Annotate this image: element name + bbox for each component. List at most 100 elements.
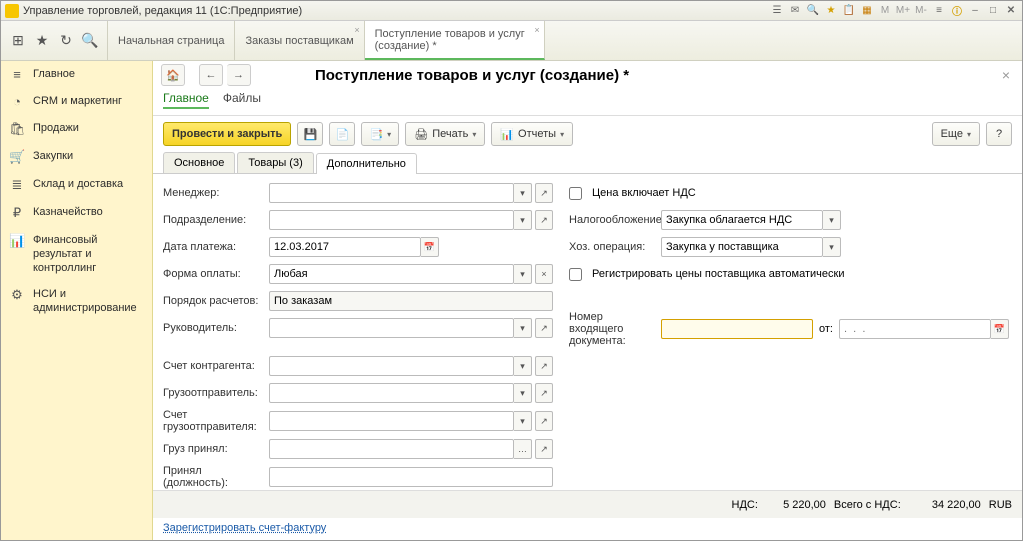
sidebar-item-label: Склад и доставка xyxy=(33,177,144,191)
manager-field[interactable] xyxy=(269,183,514,203)
dropdown-button[interactable]: ▾ xyxy=(514,264,532,284)
tab-close-icon[interactable]: × xyxy=(354,25,359,35)
save-button[interactable]: 💾 xyxy=(297,122,323,146)
tab-close-icon[interactable]: × xyxy=(534,25,539,35)
account-label: Счет контрагента: xyxy=(163,360,263,372)
close-icon[interactable]: ✕ xyxy=(1004,4,1018,18)
tool-icon[interactable]: 🔍 xyxy=(806,4,820,18)
calendar-button[interactable]: 📅 xyxy=(991,319,1009,339)
vat-value: 5 220,00 xyxy=(766,499,826,511)
payform-field[interactable] xyxy=(269,264,514,284)
apps-icon[interactable]: ⊞ xyxy=(9,32,27,50)
open-button[interactable]: ↗ xyxy=(535,318,553,338)
sidebar-item-label: Закупки xyxy=(33,149,144,163)
received-by-label: Груз принял: xyxy=(163,443,263,455)
history-icon[interactable]: ↻ xyxy=(57,32,75,50)
docnum-field[interactable] xyxy=(661,319,813,339)
dropdown-button[interactable]: ▾ xyxy=(514,183,532,203)
more-button[interactable]: Еще▾ xyxy=(932,122,980,146)
sidebar-item-label: Казначейство xyxy=(33,205,144,219)
dropdown-button[interactable]: ▾ xyxy=(514,318,532,338)
tool-icon[interactable]: ☰ xyxy=(770,4,784,18)
dropdown-button[interactable]: ▾ xyxy=(823,237,841,257)
tool-icon[interactable]: ▦ xyxy=(860,4,874,18)
register-invoice-link[interactable]: Зарегистрировать счет-фактуру xyxy=(163,522,326,534)
post-button[interactable]: 📄 xyxy=(329,122,355,146)
docdate-field[interactable] xyxy=(839,319,991,339)
subtab-files[interactable]: Файлы xyxy=(223,89,261,109)
top-toolbar: ⊞ ★ ↻ 🔍 Начальная страница Заказы постав… xyxy=(1,21,1022,61)
calendar-button[interactable]: 📅 xyxy=(421,237,439,257)
paydate-field[interactable] xyxy=(269,237,421,257)
gear-icon: ⚙ xyxy=(9,287,25,303)
sidebar-item-crm[interactable]: ◔CRM и маркетинг xyxy=(1,88,152,115)
head-field[interactable] xyxy=(269,318,514,338)
sidebar-item-treasury[interactable]: ₽Казначейство xyxy=(1,199,152,227)
open-button[interactable]: ↗ xyxy=(535,411,553,431)
back-button[interactable]: ← xyxy=(199,64,223,86)
maximize-icon[interactable]: □ xyxy=(986,4,1000,18)
dropdown-button[interactable]: ▾ xyxy=(514,356,532,376)
sidebar-item-sales[interactable]: 🛍Продажи xyxy=(1,115,152,143)
star-icon[interactable]: ★ xyxy=(33,32,51,50)
tool-icon[interactable]: ✉ xyxy=(788,4,802,18)
open-button[interactable]: ↗ xyxy=(535,183,553,203)
department-field[interactable] xyxy=(269,210,514,230)
tab-start-page[interactable]: Начальная страница xyxy=(108,21,235,60)
dropdown-button[interactable]: ▾ xyxy=(823,210,841,230)
operation-label: Хоз. операция: xyxy=(569,241,655,253)
tool-icon[interactable]: M- xyxy=(914,4,928,18)
search-icon[interactable]: 🔍 xyxy=(81,32,99,50)
shipper-field[interactable] xyxy=(269,383,514,403)
shipper-account-field[interactable] xyxy=(269,411,514,431)
open-button[interactable]: ↗ xyxy=(535,383,553,403)
create-based-on-button[interactable]: 📑▾ xyxy=(361,122,399,146)
register-prices-checkbox[interactable] xyxy=(569,268,582,281)
open-button[interactable]: ↗ xyxy=(535,210,553,230)
clear-button[interactable]: × xyxy=(535,264,553,284)
tax-field[interactable] xyxy=(661,210,823,230)
minimize-icon[interactable]: – xyxy=(968,4,982,18)
tab-orders[interactable]: Заказы поставщикам × xyxy=(235,21,364,60)
sidebar-item-main[interactable]: ≡Главное xyxy=(1,61,152,88)
sidebar-item-purchases[interactable]: 🛒Закупки xyxy=(1,143,152,171)
account-field[interactable] xyxy=(269,356,514,376)
inner-tab-goods[interactable]: Товары (3) xyxy=(237,152,313,173)
reports-button[interactable]: 📊 Отчеты▾ xyxy=(491,122,573,146)
tool-icon[interactable]: 📋 xyxy=(842,4,856,18)
position-field[interactable] xyxy=(269,467,553,487)
info-icon[interactable]: ⓘ xyxy=(950,4,964,18)
sidebar-item-finance[interactable]: 📊Финансовый результат и контроллинг xyxy=(1,227,152,281)
tool-icon[interactable]: ≡ xyxy=(932,4,946,18)
vat-included-checkbox[interactable] xyxy=(569,187,582,200)
received-by-field[interactable] xyxy=(269,439,514,459)
close-page-icon[interactable]: × xyxy=(998,67,1014,83)
vat-included-label: Цена включает НДС xyxy=(592,187,696,199)
favorite-icon[interactable]: ★ xyxy=(824,4,838,18)
forward-button[interactable]: → xyxy=(227,64,251,86)
dropdown-button[interactable]: ▾ xyxy=(514,210,532,230)
dropdown-button[interactable]: ▾ xyxy=(514,383,532,403)
operation-field[interactable] xyxy=(661,237,823,257)
sidebar-item-nsi[interactable]: ⚙НСИ и администрирование xyxy=(1,281,152,321)
tab-receipt-create[interactable]: Поступление товаров и услуг (создание) *… xyxy=(365,21,545,60)
tool-icon[interactable]: M+ xyxy=(896,4,910,18)
open-button[interactable]: ↗ xyxy=(535,439,553,459)
tool-icon[interactable]: M xyxy=(878,4,892,18)
help-button[interactable]: ? xyxy=(986,122,1012,146)
sidebar-item-warehouse[interactable]: ≣Склад и доставка xyxy=(1,171,152,199)
footer-link-row: Зарегистрировать счет-фактуру xyxy=(153,518,1022,540)
print-button[interactable]: 🖨 Печать▾ xyxy=(405,122,485,146)
open-button[interactable]: ↗ xyxy=(535,356,553,376)
select-button[interactable]: … xyxy=(514,439,532,459)
dropdown-button[interactable]: ▾ xyxy=(514,411,532,431)
docnum-label: Номер входящего документа: xyxy=(569,311,655,347)
window-titlebar: Управление торговлей, редакция 11 (1С:Пр… xyxy=(1,1,1022,21)
home-button[interactable]: 🏠 xyxy=(161,64,185,86)
inner-tab-additional[interactable]: Дополнительно xyxy=(316,153,417,174)
inner-tab-main[interactable]: Основное xyxy=(163,152,235,173)
subtab-main[interactable]: Главное xyxy=(163,89,209,109)
vat-label: НДС: xyxy=(732,499,758,511)
form-area: Менеджер:▾↗ Подразделение:▾↗ Дата платеж… xyxy=(153,174,1022,490)
post-and-close-button[interactable]: Провести и закрыть xyxy=(163,122,291,146)
